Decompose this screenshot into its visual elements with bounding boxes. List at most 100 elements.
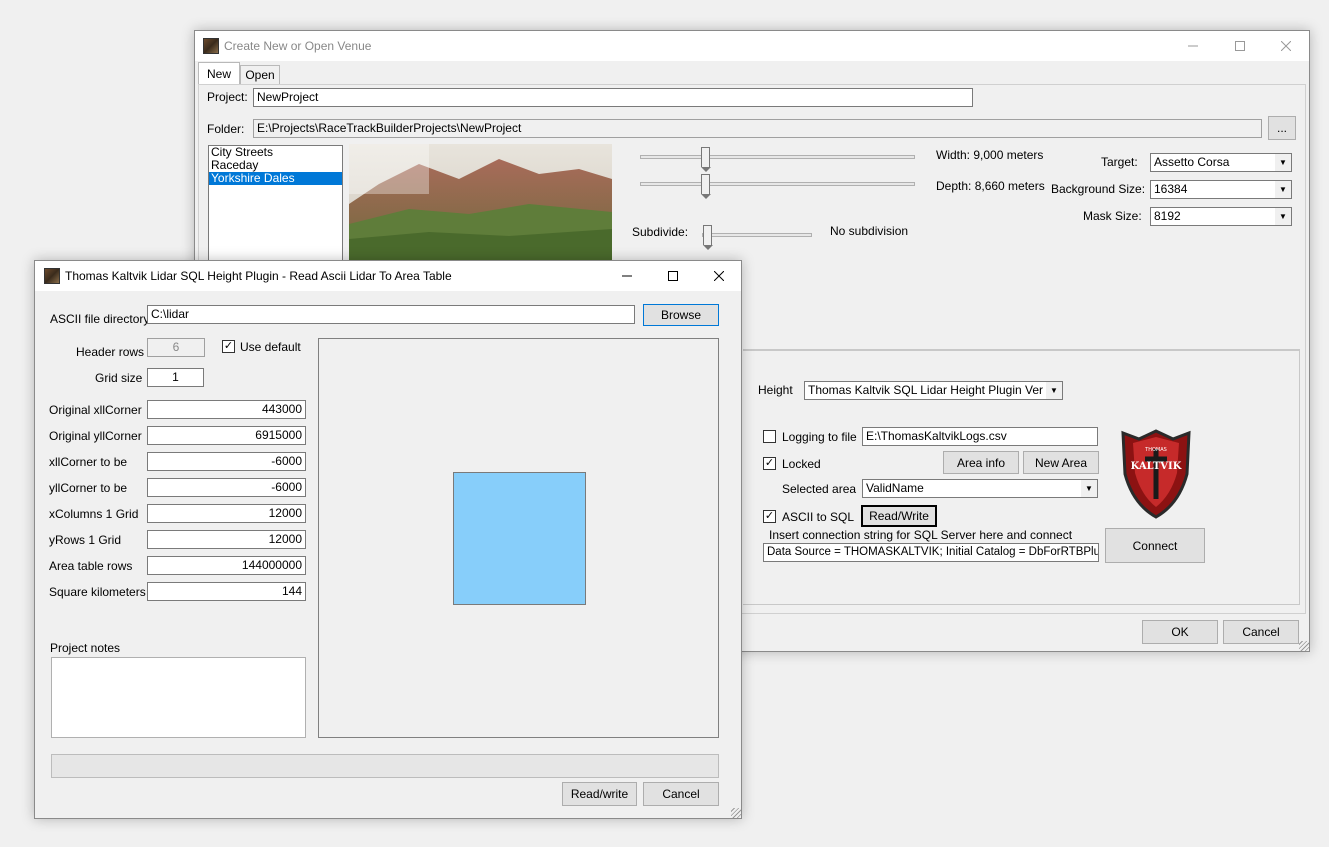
field-label: Original yllCorner <box>49 429 142 443</box>
field-input[interactable]: -6000 <box>147 452 306 471</box>
field-label: Original xllCorner <box>49 403 142 417</box>
chevron-down-icon[interactable]: ▼ <box>1275 154 1291 171</box>
locked-checkbox[interactable]: ✓ <box>763 457 776 470</box>
depth-slider-thumb[interactable] <box>701 174 711 199</box>
read-write-button[interactable]: Read/write <box>562 782 637 806</box>
chevron-down-icon[interactable]: ▼ <box>1046 382 1062 399</box>
header-rows-stepper[interactable]: 6 <box>147 338 205 357</box>
resize-grip[interactable] <box>731 808 741 818</box>
resize-grip[interactable] <box>1299 641 1309 651</box>
browse-button[interactable]: Browse <box>643 304 719 326</box>
close-button[interactable] <box>696 261 742 291</box>
width-slider-thumb[interactable] <box>701 147 711 172</box>
folder-label: Folder: <box>207 122 245 136</box>
background-size-value: 16384 <box>1154 182 1188 196</box>
height-plugin-select[interactable]: Thomas Kaltvik SQL Lidar Height Plugin V… <box>804 381 1063 400</box>
minimize-button[interactable] <box>604 261 650 291</box>
ok-button[interactable]: OK <box>1142 620 1218 644</box>
logging-path-input[interactable]: E:\ThomasKaltvikLogs.csv <box>862 427 1098 446</box>
grid-size-label: Grid size <box>95 371 143 385</box>
maximize-button[interactable] <box>1217 31 1263 61</box>
mask-size-label: Mask Size: <box>1083 209 1142 223</box>
field-input[interactable]: 6915000 <box>147 426 306 445</box>
ascii-dir-input[interactable]: C:\lidar <box>147 305 635 324</box>
field-input[interactable]: 144 <box>147 582 306 601</box>
chevron-down-icon[interactable]: ▼ <box>1275 208 1291 225</box>
background-size-select[interactable]: 16384 ▼ <box>1150 180 1292 199</box>
field-input[interactable]: 443000 <box>147 400 306 419</box>
locked-label: Locked <box>782 457 821 471</box>
maximize-button[interactable] <box>650 261 696 291</box>
progress-bar <box>51 754 719 778</box>
mask-size-value: 8192 <box>1154 209 1181 223</box>
ascii-dir-label: ASCII file directory <box>50 312 150 326</box>
field-input[interactable]: 12000 <box>147 530 306 549</box>
title-bar[interactable]: Thomas Kaltvik Lidar SQL Height Plugin -… <box>35 261 741 291</box>
field-label: xColumns 1 Grid <box>49 507 139 521</box>
depth-slider-track[interactable] <box>640 182 915 186</box>
window-title: Thomas Kaltvik Lidar SQL Height Plugin -… <box>65 269 452 283</box>
logging-label: Logging to file <box>782 430 857 444</box>
chevron-down-icon[interactable]: ▼ <box>1081 480 1097 497</box>
area-square <box>453 472 586 605</box>
ascii-to-sql-checkbox[interactable]: ✓ <box>763 510 776 523</box>
new-area-button[interactable]: New Area <box>1023 451 1099 474</box>
use-default-checkbox[interactable]: ✓ <box>222 340 235 353</box>
close-button[interactable] <box>1263 31 1309 61</box>
field-input[interactable]: 144000000 <box>147 556 306 575</box>
height-label: Height <box>758 383 793 397</box>
width-slider-track[interactable] <box>640 155 915 159</box>
maximize-icon <box>668 271 678 281</box>
tab-open[interactable]: Open <box>240 65 280 84</box>
field-input[interactable]: 12000 <box>147 504 306 523</box>
connect-button[interactable]: Connect <box>1105 528 1205 563</box>
subdivide-value: No subdivision <box>830 224 909 238</box>
logo-text-top: THOMAS <box>1144 447 1167 453</box>
grid-size-input[interactable]: 1 <box>147 368 204 387</box>
header-rows-label: Header rows <box>76 345 145 359</box>
header-rows-value: 6 <box>172 340 180 354</box>
selected-area-value: ValidName <box>866 481 924 495</box>
project-label: Project: <box>207 90 248 104</box>
ascii-to-sql-label: ASCII to SQL <box>782 510 855 524</box>
minimize-button[interactable] <box>1170 31 1216 61</box>
folder-browse-button[interactable]: ... <box>1268 116 1296 140</box>
minimize-icon <box>1188 45 1198 47</box>
field-label: Area table rows <box>49 559 133 573</box>
landscape-preview-image <box>349 144 612 264</box>
list-item-selected[interactable]: Yorkshire Dales <box>209 172 342 185</box>
field-label: xllCorner to be <box>49 455 128 469</box>
field-input[interactable]: -6000 <box>147 478 306 497</box>
tab-new[interactable]: New <box>198 62 240 84</box>
tab-open-label: Open <box>245 68 275 82</box>
area-info-button[interactable]: Area info <box>943 451 1019 474</box>
subdivide-slider-track[interactable] <box>702 233 812 237</box>
target-select[interactable]: Assetto Corsa ▼ <box>1150 153 1292 172</box>
project-notes-textarea[interactable] <box>51 657 306 738</box>
connection-string-input[interactable]: Data Source = THOMASKALTVIK; Initial Cat… <box>763 543 1099 562</box>
template-list[interactable]: City Streets Raceday Yorkshire Dales <box>208 145 343 265</box>
project-notes-label: Project notes <box>50 641 121 655</box>
cancel-button[interactable]: Cancel <box>643 782 719 806</box>
target-value: Assetto Corsa <box>1154 155 1230 169</box>
minimize-icon <box>622 275 632 277</box>
chevron-down-icon[interactable]: ▼ <box>1275 181 1291 198</box>
height-plugin-value: Thomas Kaltvik SQL Lidar Height Plugin V… <box>808 383 1063 397</box>
app-icon <box>44 268 60 284</box>
app-icon <box>203 38 219 54</box>
use-default-label: Use default <box>240 340 301 354</box>
tab-new-label: New <box>206 66 231 81</box>
connection-hint: Insert connection string for SQL Server … <box>769 528 1073 542</box>
grid-size-value: 1 <box>172 370 179 384</box>
mask-size-select[interactable]: 8192 ▼ <box>1150 207 1292 226</box>
close-icon <box>1281 41 1291 51</box>
title-bar[interactable]: Create New or Open Venue <box>195 31 1309 61</box>
cancel-button[interactable]: Cancel <box>1223 620 1299 644</box>
project-input[interactable]: NewProject <box>253 88 973 107</box>
logging-checkbox[interactable] <box>763 430 776 443</box>
selected-area-select[interactable]: ValidName ▼ <box>862 479 1098 498</box>
subdivide-slider-thumb[interactable] <box>703 225 713 250</box>
background-size-label: Background Size: <box>1051 182 1146 196</box>
read-write-button[interactable]: Read/Write <box>861 505 937 527</box>
folder-input[interactable]: E:\Projects\RaceTrackBuilderProjects\New… <box>253 119 1262 138</box>
